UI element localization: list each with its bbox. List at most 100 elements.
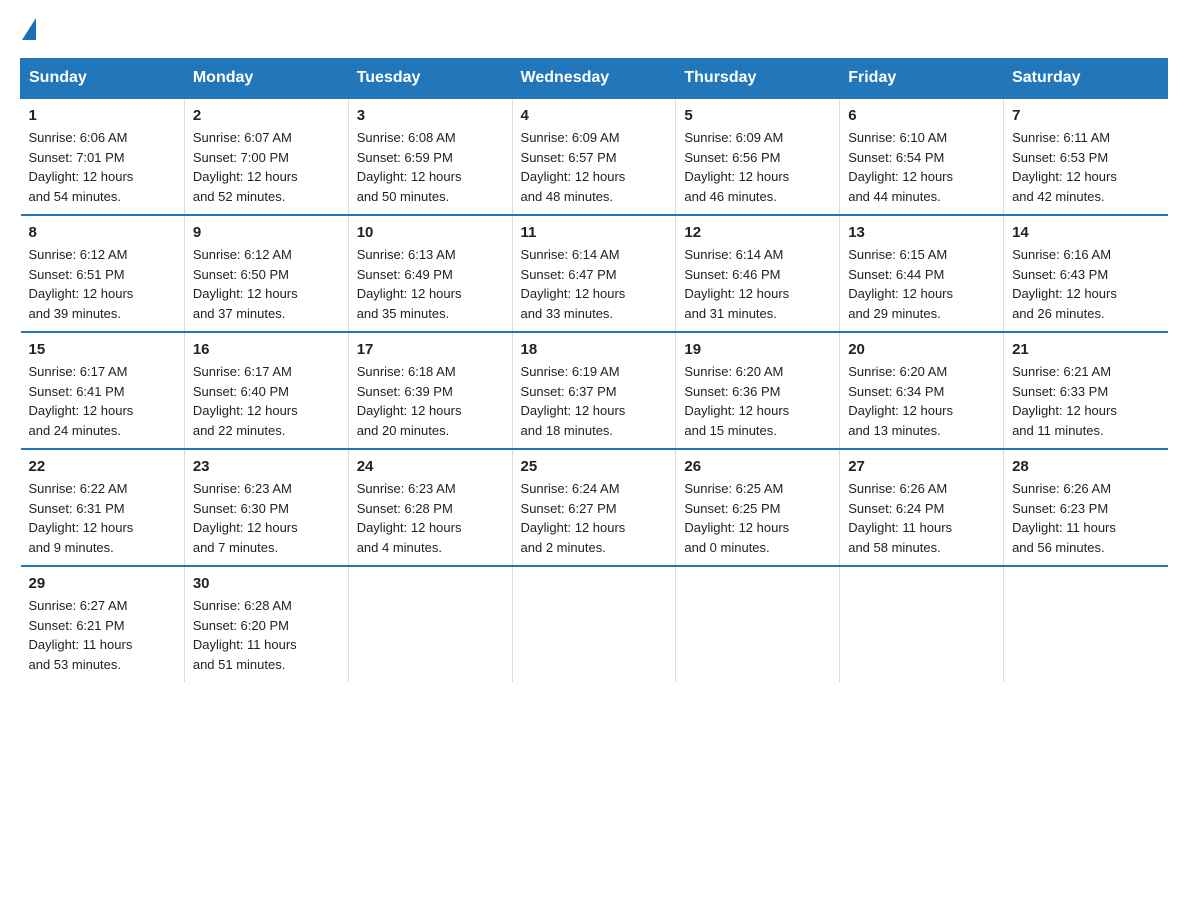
day-number: 23	[193, 458, 340, 475]
calendar-cell: 28Sunrise: 6:26 AMSunset: 6:23 PMDayligh…	[1004, 449, 1168, 566]
calendar-week-row: 1 Sunrise: 6:06 AMSunset: 7:01 PMDaylight…	[21, 98, 1168, 215]
logo	[20, 20, 38, 42]
day-number: 15	[29, 341, 176, 358]
day-info: Sunrise: 6:23 AMSunset: 6:30 PMDaylight:…	[193, 479, 340, 557]
day-info: Sunrise: 6:22 AMSunset: 6:31 PMDaylight:…	[29, 479, 176, 557]
day-info: Sunrise: 6:25 AMSunset: 6:25 PMDaylight:…	[684, 479, 831, 557]
day-number: 19	[684, 341, 831, 358]
calendar-cell: 29Sunrise: 6:27 AMSunset: 6:21 PMDayligh…	[21, 566, 185, 682]
calendar-cell: 24Sunrise: 6:23 AMSunset: 6:28 PMDayligh…	[348, 449, 512, 566]
calendar-table: SundayMondayTuesdayWednesdayThursdayFrid…	[20, 58, 1168, 682]
day-info: Sunrise: 6:20 AMSunset: 6:34 PMDaylight:…	[848, 362, 995, 440]
calendar-cell: 4 Sunrise: 6:09 AMSunset: 6:57 PMDaylight…	[512, 98, 676, 215]
day-info: Sunrise: 6:15 AMSunset: 6:44 PMDaylight:…	[848, 245, 995, 323]
weekday-header-monday: Monday	[184, 59, 348, 99]
day-number: 11	[521, 224, 668, 241]
calendar-week-row: 8 Sunrise: 6:12 AMSunset: 6:51 PMDaylight…	[21, 215, 1168, 332]
weekday-header-saturday: Saturday	[1004, 59, 1168, 99]
calendar-cell: 17Sunrise: 6:18 AMSunset: 6:39 PMDayligh…	[348, 332, 512, 449]
calendar-cell: 27 Sunrise: 6:26 AMSunset: 6:24 PMDayligh…	[840, 449, 1004, 566]
calendar-cell: 3 Sunrise: 6:08 AMSunset: 6:59 PMDaylight…	[348, 98, 512, 215]
day-number: 1	[29, 107, 176, 124]
day-info: Sunrise: 6:24 AMSunset: 6:27 PMDaylight:…	[521, 479, 668, 557]
calendar-cell: 5 Sunrise: 6:09 AMSunset: 6:56 PMDaylight…	[676, 98, 840, 215]
weekday-header-tuesday: Tuesday	[348, 59, 512, 99]
weekday-header-wednesday: Wednesday	[512, 59, 676, 99]
day-number: 3	[357, 107, 504, 124]
calendar-cell: 18 Sunrise: 6:19 AMSunset: 6:37 PMDayligh…	[512, 332, 676, 449]
day-number: 9	[193, 224, 340, 241]
day-number: 16	[193, 341, 340, 358]
calendar-cell: 16 Sunrise: 6:17 AMSunset: 6:40 PMDayligh…	[184, 332, 348, 449]
weekday-header-sunday: Sunday	[21, 59, 185, 99]
weekday-header-thursday: Thursday	[676, 59, 840, 99]
day-number: 22	[29, 458, 176, 475]
day-number: 25	[521, 458, 668, 475]
day-info: Sunrise: 6:20 AMSunset: 6:36 PMDaylight:…	[684, 362, 831, 440]
calendar-cell: 13 Sunrise: 6:15 AMSunset: 6:44 PMDayligh…	[840, 215, 1004, 332]
day-info: Sunrise: 6:26 AMSunset: 6:24 PMDaylight:…	[848, 479, 995, 557]
day-number: 18	[521, 341, 668, 358]
calendar-cell: 26 Sunrise: 6:25 AMSunset: 6:25 PMDayligh…	[676, 449, 840, 566]
day-info: Sunrise: 6:16 AMSunset: 6:43 PMDaylight:…	[1012, 245, 1159, 323]
day-number: 8	[29, 224, 176, 241]
calendar-cell: 8 Sunrise: 6:12 AMSunset: 6:51 PMDaylight…	[21, 215, 185, 332]
calendar-cell: 23 Sunrise: 6:23 AMSunset: 6:30 PMDayligh…	[184, 449, 348, 566]
weekday-header-friday: Friday	[840, 59, 1004, 99]
day-number: 30	[193, 575, 340, 592]
weekday-header-row: SundayMondayTuesdayWednesdayThursdayFrid…	[21, 59, 1168, 99]
day-number: 4	[521, 107, 668, 124]
calendar-cell: 15 Sunrise: 6:17 AMSunset: 6:41 PMDayligh…	[21, 332, 185, 449]
calendar-cell: 2 Sunrise: 6:07 AMSunset: 7:00 PMDaylight…	[184, 98, 348, 215]
day-number: 21	[1012, 341, 1159, 358]
day-info: Sunrise: 6:13 AMSunset: 6:49 PMDaylight:…	[357, 245, 504, 323]
day-info: Sunrise: 6:12 AMSunset: 6:51 PMDaylight:…	[29, 245, 176, 323]
calendar-cell	[1004, 566, 1168, 682]
day-info: Sunrise: 6:10 AMSunset: 6:54 PMDaylight:…	[848, 128, 995, 206]
calendar-cell: 12 Sunrise: 6:14 AMSunset: 6:46 PMDayligh…	[676, 215, 840, 332]
day-info: Sunrise: 6:08 AMSunset: 6:59 PMDaylight:…	[357, 128, 504, 206]
day-info: Sunrise: 6:11 AMSunset: 6:53 PMDaylight:…	[1012, 128, 1159, 206]
calendar-week-row: 22 Sunrise: 6:22 AMSunset: 6:31 PMDayligh…	[21, 449, 1168, 566]
calendar-cell: 9 Sunrise: 6:12 AMSunset: 6:50 PMDaylight…	[184, 215, 348, 332]
day-number: 20	[848, 341, 995, 358]
calendar-cell: 20 Sunrise: 6:20 AMSunset: 6:34 PMDayligh…	[840, 332, 1004, 449]
day-info: Sunrise: 6:23 AMSunset: 6:28 PMDaylight:…	[357, 479, 504, 557]
calendar-cell: 14 Sunrise: 6:16 AMSunset: 6:43 PMDayligh…	[1004, 215, 1168, 332]
day-info: Sunrise: 6:21 AMSunset: 6:33 PMDaylight:…	[1012, 362, 1159, 440]
day-number: 7	[1012, 107, 1159, 124]
day-info: Sunrise: 6:06 AMSunset: 7:01 PMDaylight:…	[29, 128, 176, 206]
day-number: 5	[684, 107, 831, 124]
day-number: 29	[29, 575, 176, 592]
day-info: Sunrise: 6:09 AMSunset: 6:56 PMDaylight:…	[684, 128, 831, 206]
calendar-week-row: 15 Sunrise: 6:17 AMSunset: 6:41 PMDayligh…	[21, 332, 1168, 449]
calendar-cell: 19 Sunrise: 6:20 AMSunset: 6:36 PMDayligh…	[676, 332, 840, 449]
day-info: Sunrise: 6:12 AMSunset: 6:50 PMDaylight:…	[193, 245, 340, 323]
day-info: Sunrise: 6:18 AMSunset: 6:39 PMDaylight:…	[357, 362, 504, 440]
day-number: 14	[1012, 224, 1159, 241]
day-info: Sunrise: 6:07 AMSunset: 7:00 PMDaylight:…	[193, 128, 340, 206]
calendar-cell: 6Sunrise: 6:10 AMSunset: 6:54 PMDaylight…	[840, 98, 1004, 215]
logo-triangle-icon	[22, 18, 36, 40]
day-info: Sunrise: 6:14 AMSunset: 6:46 PMDaylight:…	[684, 245, 831, 323]
day-info: Sunrise: 6:19 AMSunset: 6:37 PMDaylight:…	[521, 362, 668, 440]
day-info: Sunrise: 6:17 AMSunset: 6:40 PMDaylight:…	[193, 362, 340, 440]
calendar-cell: 10Sunrise: 6:13 AMSunset: 6:49 PMDayligh…	[348, 215, 512, 332]
day-info: Sunrise: 6:14 AMSunset: 6:47 PMDaylight:…	[521, 245, 668, 323]
day-info: Sunrise: 6:17 AMSunset: 6:41 PMDaylight:…	[29, 362, 176, 440]
day-number: 27	[848, 458, 995, 475]
calendar-cell: 21 Sunrise: 6:21 AMSunset: 6:33 PMDayligh…	[1004, 332, 1168, 449]
day-info: Sunrise: 6:28 AMSunset: 6:20 PMDaylight:…	[193, 596, 340, 674]
calendar-cell: 22 Sunrise: 6:22 AMSunset: 6:31 PMDayligh…	[21, 449, 185, 566]
day-number: 13	[848, 224, 995, 241]
day-number: 12	[684, 224, 831, 241]
calendar-cell	[676, 566, 840, 682]
calendar-cell: 30 Sunrise: 6:28 AMSunset: 6:20 PMDayligh…	[184, 566, 348, 682]
day-info: Sunrise: 6:09 AMSunset: 6:57 PMDaylight:…	[521, 128, 668, 206]
day-number: 2	[193, 107, 340, 124]
calendar-cell	[840, 566, 1004, 682]
page-header	[20, 20, 1168, 42]
day-number: 28	[1012, 458, 1159, 475]
calendar-cell	[512, 566, 676, 682]
day-number: 26	[684, 458, 831, 475]
